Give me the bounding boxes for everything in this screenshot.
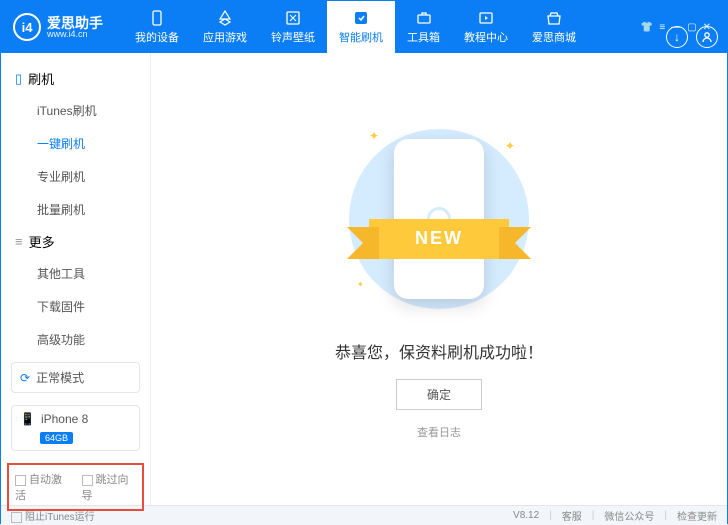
shirt-icon[interactable]: 👕	[641, 22, 653, 33]
footer-link-wechat[interactable]: 微信公众号	[604, 508, 654, 523]
menu-icon[interactable]: ≡	[659, 22, 665, 33]
tab-flash[interactable]: 智能刷机	[327, 1, 395, 53]
view-log-link[interactable]: 查看日志	[417, 424, 461, 440]
tab-tutorial[interactable]: 教程中心	[452, 1, 520, 53]
ringtone-icon	[284, 9, 302, 27]
sidebar-item[interactable]: 高级功能	[1, 323, 150, 356]
sidebar-item[interactable]: 下载固件	[1, 290, 150, 323]
tab-store[interactable]: 爱思商城	[520, 1, 588, 53]
device-storage: 64GB	[40, 432, 73, 444]
tab-label: 爱思商城	[532, 29, 576, 45]
option-checkbox[interactable]: 自动激活	[15, 471, 70, 503]
app-header: i4 爱思助手 www.i4.cn 我的设备 应用游戏 铃声壁纸 智能刷机 工具箱 教程中…	[1, 1, 727, 53]
tab-device[interactable]: 我的设备	[123, 1, 191, 53]
device-icon	[148, 9, 166, 27]
tab-label: 铃声壁纸	[271, 29, 315, 45]
sidebar-item[interactable]: 一键刷机	[1, 127, 150, 160]
tab-apps[interactable]: 应用游戏	[191, 1, 259, 53]
more-icon: ≡	[15, 234, 23, 249]
user-icon[interactable]	[696, 26, 718, 48]
success-illustration: ✦ ✦ ✦ NEW	[339, 119, 539, 319]
sidebar: ▯刷机iTunes刷机一键刷机专业刷机批量刷机≡更多其他工具下载固件高级功能 ⟳…	[1, 53, 151, 505]
sidebar-item[interactable]: 批量刷机	[1, 193, 150, 226]
sidebar-item[interactable]: iTunes刷机	[1, 94, 150, 127]
tab-label: 工具箱	[407, 29, 440, 45]
phone-icon: ▯	[15, 71, 22, 87]
success-message: 恭喜您，保资料刷机成功啦！	[335, 339, 543, 363]
sidebar-section: ≡更多	[1, 226, 150, 257]
tab-ringtone[interactable]: 铃声壁纸	[259, 1, 327, 53]
main-content: ✦ ✦ ✦ NEW 恭喜您，保资料刷机成功啦！ 确定 查看日志	[151, 53, 727, 505]
bottom-options: 自动激活跳过向导	[7, 463, 144, 511]
sidebar-section: ▯刷机	[1, 63, 150, 94]
store-icon	[545, 9, 563, 27]
main-tabs: 我的设备 应用游戏 铃声壁纸 智能刷机 工具箱 教程中心 爱思商城	[123, 1, 588, 53]
ok-button[interactable]: 确定	[396, 379, 482, 410]
apps-icon	[216, 9, 234, 27]
footer-link-support[interactable]: 客服	[562, 508, 582, 523]
footer-link-update[interactable]: 检查更新	[677, 508, 717, 523]
tab-label: 教程中心	[464, 29, 508, 45]
option-checkbox[interactable]: 跳过向导	[82, 471, 137, 503]
sidebar-item[interactable]: 专业刷机	[1, 160, 150, 193]
app-logo: i4 爱思助手 www.i4.cn	[1, 13, 115, 41]
block-itunes-checkbox[interactable]: 阻止iTunes运行	[11, 508, 95, 523]
device-name: iPhone 8	[41, 412, 88, 426]
download-icon[interactable]: ↓	[666, 26, 688, 48]
device-box[interactable]: 📱 iPhone 8 64GB	[11, 405, 140, 451]
new-ribbon: NEW	[369, 219, 509, 259]
tutorial-icon	[477, 9, 495, 27]
mode-label: 正常模式	[36, 369, 84, 386]
phone-icon: 📱	[20, 412, 35, 426]
brand-url: www.i4.cn	[47, 30, 103, 39]
version-label: V8.12	[513, 510, 539, 521]
mode-box[interactable]: ⟳ 正常模式	[11, 362, 140, 393]
logo-icon: i4	[13, 13, 41, 41]
tab-label: 我的设备	[135, 29, 179, 45]
tab-label: 智能刷机	[339, 29, 383, 45]
brand-name: 爱思助手	[47, 16, 103, 30]
sidebar-item[interactable]: 其他工具	[1, 257, 150, 290]
refresh-icon: ⟳	[20, 371, 30, 385]
flash-icon	[352, 9, 370, 27]
tab-label: 应用游戏	[203, 29, 247, 45]
tab-toolbox[interactable]: 工具箱	[395, 1, 452, 53]
toolbox-icon	[415, 9, 433, 27]
